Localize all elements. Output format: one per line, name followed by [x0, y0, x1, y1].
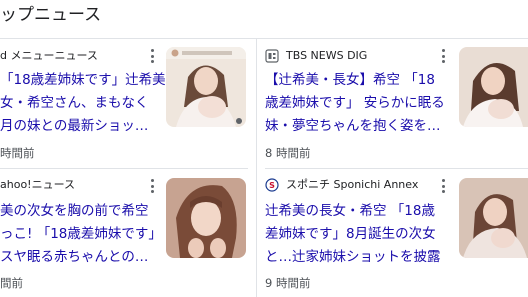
- news-thumbnail[interactable]: [459, 178, 528, 258]
- tbs-news-dig-icon: [265, 49, 279, 63]
- more-options-icon[interactable]: [441, 179, 445, 193]
- news-source-name: スポニチ Sponichi Annex: [286, 178, 419, 191]
- news-card[interactable]: S スポニチ Sponichi Annex 辻希美の長女・希空 「18歳 差姉妹…: [265, 169, 528, 297]
- more-options-icon[interactable]: [150, 49, 154, 63]
- svg-text:S: S: [269, 181, 275, 190]
- news-source-name: ahoo!ニュース: [0, 178, 76, 191]
- news-timestamp: 9 時間前: [265, 276, 311, 290]
- news-headline[interactable]: 【辻希美・長女】希空 「18 歳差姉妹です」 安らかに眠る 妹・夢空ちゃんを抱く…: [265, 69, 445, 138]
- news-source-name: TBS NEWS DIG: [286, 49, 368, 62]
- news-card[interactable]: TBS NEWS DIG 【辻希美・長女】希空 「18 歳差姉妹です」 安らかに…: [265, 39, 528, 168]
- column-divider: [256, 39, 257, 297]
- news-timestamp: 8 時間前: [265, 146, 311, 160]
- sponichi-annex-icon: S: [265, 178, 279, 192]
- news-timestamp: 間前: [0, 276, 23, 290]
- news-thumbnail[interactable]: [459, 47, 528, 127]
- section-title: ップニュース: [0, 5, 102, 25]
- news-timestamp: 時間前: [0, 146, 35, 160]
- news-headline[interactable]: 「18歳差姉妹です」辻希美 女・希空さん、まもなく 月の妹との最新ショッ…: [0, 69, 166, 138]
- news-headline[interactable]: 美の次女を胸の前で希空 っこ! 「18歳差姉妹です」 スヤ眠る赤ちゃんとの…: [0, 200, 162, 269]
- more-options-icon[interactable]: [150, 179, 154, 193]
- news-card[interactable]: d メニューニュース 「18歳差姉妹です」辻希美 女・希空さん、まもなく 月の妹…: [0, 39, 256, 168]
- more-options-icon[interactable]: [441, 49, 445, 63]
- news-thumbnail[interactable]: [166, 47, 246, 127]
- news-headline[interactable]: 辻希美の長女・希空 「18歳 差姉妹です」8月誕生の次女 と…辻家姉妹ショットを…: [265, 200, 441, 269]
- news-card[interactable]: ahoo!ニュース 美の次女を胸の前で希空 っこ! 「18歳差姉妹です」 スヤ眠…: [0, 169, 256, 297]
- news-thumbnail[interactable]: [166, 178, 246, 258]
- news-source-name: d メニューニュース: [0, 49, 98, 62]
